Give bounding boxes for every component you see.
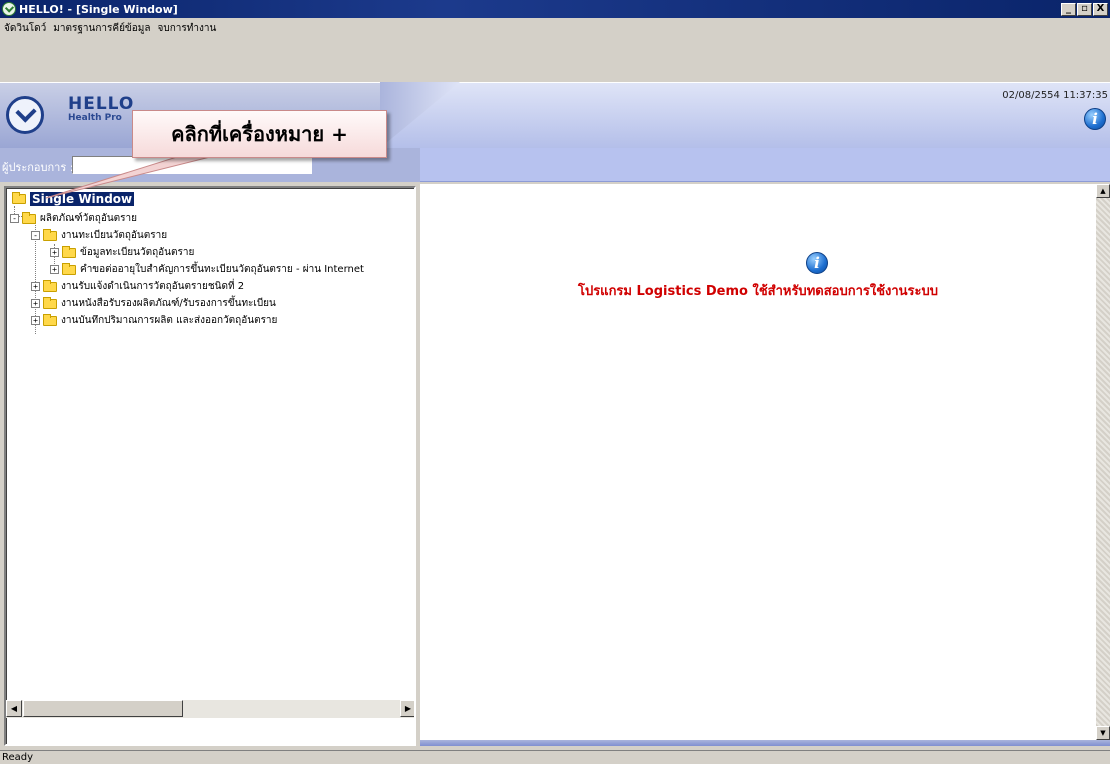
menu-arrange-window[interactable]: จัดวินโดว์ (4, 21, 46, 36)
tree-root-label: Single Window (30, 192, 135, 206)
expand-icon[interactable]: + (31, 299, 40, 308)
tree-item-label: ข้อมูลทะเบียนวัตถุอันตราย (80, 247, 195, 258)
scroll-up-icon[interactable]: ▲ (1096, 184, 1110, 198)
navigation-tree-panel: Single Window - ผลิตภัณฑ์วัตถุอันตราย - … (4, 186, 416, 746)
tree-item-registration-data[interactable]: + ข้อมูลทะเบียนวัตถุอันตราย (50, 245, 194, 260)
datetime-display: 02/08/2554 11:37:35 (1002, 90, 1108, 101)
tree-item-label: งานหนังสือรับรองผลิตภัณฑ์/รับรองการขึ้นท… (61, 298, 276, 309)
tree-item-label: คำขอต่ออายุใบสำคัญการขึ้นทะเบียนวัตถุอัน… (80, 264, 364, 275)
horizontal-scrollbar[interactable]: ◀ ▶ (6, 700, 414, 718)
tree-item-label: งานทะเบียนวัตถุอันตราย (61, 230, 168, 241)
info-icon: i (806, 252, 828, 274)
scroll-right-icon[interactable]: ▶ (400, 700, 414, 717)
vertical-scrollbar[interactable]: ▲ ▼ (1096, 184, 1110, 740)
minimize-button[interactable]: _ (1061, 2, 1076, 16)
welcome-message: โปรแกรม Logistics Demo ใช้สำหรับทดสอบการ… (577, 284, 939, 299)
expand-icon[interactable]: + (31, 282, 40, 291)
tree-view[interactable]: Single Window - ผลิตภัณฑ์วัตถุอันตราย - … (6, 188, 414, 700)
tree-item-label: งานบันทึกปริมาณการผลิต และส่งออกวัตถุอัน… (61, 315, 278, 326)
status-bar: Ready (0, 750, 1110, 764)
scroll-thumb[interactable] (23, 700, 183, 717)
content-bottom-bar (420, 740, 1110, 746)
tree-item-label: ผลิตภัณฑ์วัตถุอันตราย (40, 213, 137, 224)
tree-item-type2-notification[interactable]: + งานรับแจ้งดำเนินการวัตถุอันตรายชนิดที่… (31, 279, 244, 294)
folder-icon (22, 211, 36, 224)
tree-item-production-export[interactable]: + งานบันทึกปริมาณการผลิต และส่งออกวัตถุอ… (31, 313, 277, 328)
logo-subtitle: Health Pro (68, 113, 122, 123)
expand-icon[interactable]: + (50, 265, 59, 274)
tree-item-hazardous-products[interactable]: - ผลิตภัณฑ์วัตถุอันตราย (10, 211, 137, 226)
expand-icon[interactable]: + (50, 248, 59, 257)
menu-bar: จัดวินโดว์ มาตรฐานการคีย์ข้อมูล จบการทำง… (0, 18, 1110, 82)
operator-input[interactable] (72, 156, 312, 174)
scroll-down-icon[interactable]: ▼ (1096, 726, 1110, 740)
annotation-callout: คลิกที่เครื่องหมาย + (132, 110, 387, 158)
tree-item-certificates[interactable]: + งานหนังสือรับรองผลิตภัณฑ์/รับรองการขึ้… (31, 296, 276, 311)
content-area (420, 184, 1096, 740)
folder-open-icon (12, 192, 26, 204)
close-button[interactable]: X (1093, 2, 1108, 16)
tree-item-registration[interactable]: - งานทะเบียนวัตถุอันตราย (31, 228, 167, 243)
hello-logo-icon (6, 96, 44, 134)
operator-label: ผู้ประกอบการ : (2, 161, 74, 174)
scroll-left-icon[interactable]: ◀ (6, 700, 22, 717)
app-logo-icon (2, 2, 16, 16)
logo-text: HELLO (68, 94, 135, 114)
maximize-button[interactable]: ▫ (1077, 2, 1092, 16)
folder-icon (43, 313, 57, 326)
tree-item-license-renewal[interactable]: + คำขอต่ออายุใบสำคัญการขึ้นทะเบียนวัตถุอ… (50, 262, 364, 277)
window-title: HELLO! - [Single Window] (19, 2, 178, 16)
folder-icon (43, 228, 57, 241)
menu-exit[interactable]: จบการทำงาน (158, 21, 217, 36)
header-banner-right (380, 82, 1110, 148)
window-controls: _ ▫ X (1061, 2, 1108, 16)
tree-root[interactable]: Single Window (12, 192, 135, 206)
menu-data-entry-standard[interactable]: มาตรฐานการคีย์ข้อมูล (53, 21, 150, 36)
expand-icon[interactable]: + (31, 316, 40, 325)
tree-item-label: งานรับแจ้งดำเนินการวัตถุอันตรายชนิดที่ 2 (61, 281, 245, 292)
title-bar: HELLO! - [Single Window] _ ▫ X (0, 0, 1110, 18)
info-icon[interactable]: i (1084, 108, 1106, 130)
folder-icon (62, 245, 76, 258)
folder-icon (62, 262, 76, 275)
collapse-icon[interactable]: - (31, 231, 40, 240)
collapse-icon[interactable]: - (10, 214, 19, 223)
subheader-bar (420, 148, 1110, 182)
folder-icon (43, 279, 57, 292)
folder-icon (43, 296, 57, 309)
